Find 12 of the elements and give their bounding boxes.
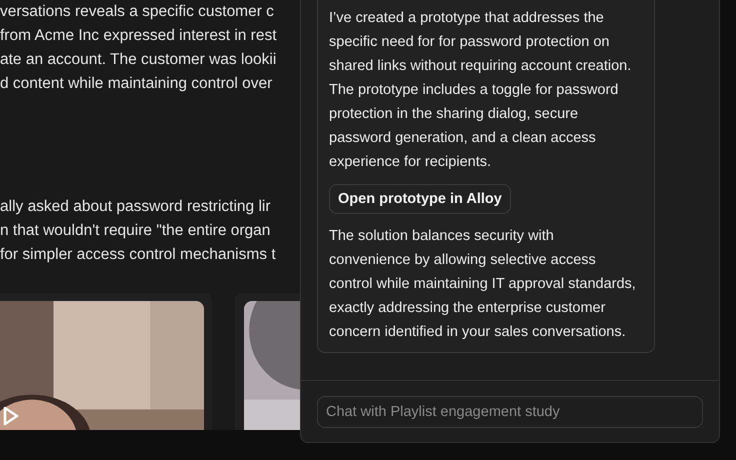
paragraph-line: versations reveals a specific customer c [0,2,275,22]
open-prototype-button[interactable]: Open prototype in Alloy [329,184,511,214]
message-text: I’ve created a prototype that addresses the specific need for for password protection on shared links without requiring account creation. The prototype includes a toggle for password protection in the sharing dialog, secure password generation, and a clean access experience for recipients. [329,9,632,172]
paragraph-line: for simpler access control mechanisms t [0,245,277,265]
chat-input-field[interactable]: Chat with Playlist engagement study [317,396,703,428]
message-text: The solution balances security with convenience by allowing selective access control while maintaining IT approval standards, exactly addressing the enterprise customer concern identified in your sales conversations. [329,227,637,342]
play-icon[interactable] [3,406,19,426]
paragraph-line: n that wouldn't require "the entire organ [0,221,272,241]
paragraph-line: ally asked about password restricting lir [0,197,272,217]
paragraph-line: from Acme Inc expressed interest in rest [0,26,278,46]
paragraph-line: ate an account. The customer was lookii [0,50,278,70]
paragraph-line: d content while maintaining control over [0,74,274,94]
